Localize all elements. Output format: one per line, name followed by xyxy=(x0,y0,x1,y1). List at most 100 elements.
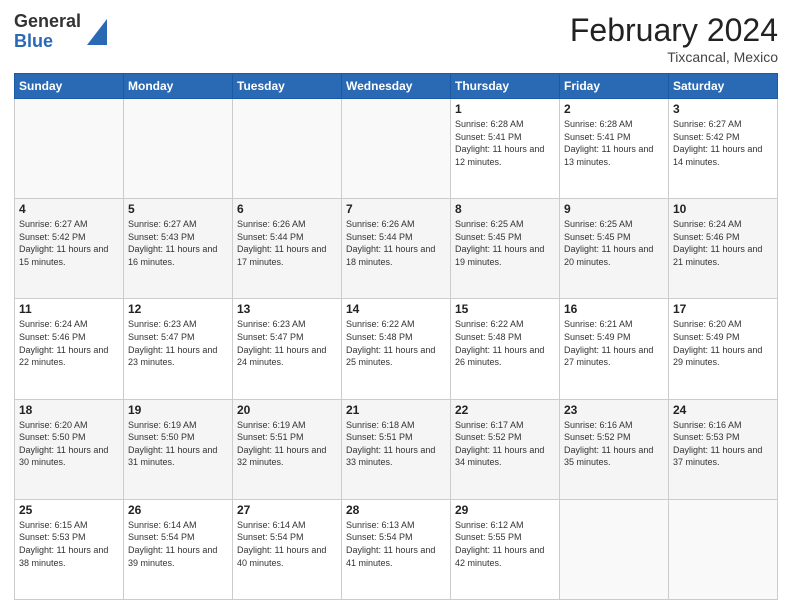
calendar-cell xyxy=(560,499,669,599)
day-info: Sunrise: 6:27 AM Sunset: 5:42 PM Dayligh… xyxy=(19,218,119,268)
calendar-cell: 8 Sunrise: 6:25 AM Sunset: 5:45 PM Daylig… xyxy=(451,199,560,299)
calendar-cell: 7 Sunrise: 6:26 AM Sunset: 5:44 PM Daylig… xyxy=(342,199,451,299)
calendar-cell: 3 Sunrise: 6:27 AM Sunset: 5:42 PM Daylig… xyxy=(669,99,778,199)
day-number: 7 xyxy=(346,202,446,216)
calendar-cell: 14 Sunrise: 6:22 AM Sunset: 5:48 PM Dayli… xyxy=(342,299,451,399)
day-info: Sunrise: 6:12 AM Sunset: 5:55 PM Dayligh… xyxy=(455,519,555,569)
day-number: 19 xyxy=(128,403,228,417)
col-header-monday: Monday xyxy=(124,74,233,99)
calendar-cell: 23 Sunrise: 6:16 AM Sunset: 5:52 PM Dayli… xyxy=(560,399,669,499)
day-info: Sunrise: 6:19 AM Sunset: 5:50 PM Dayligh… xyxy=(128,419,228,469)
day-info: Sunrise: 6:23 AM Sunset: 5:47 PM Dayligh… xyxy=(128,318,228,368)
header: General Blue February 2024 Tixcancal, Me… xyxy=(14,12,778,65)
col-header-thursday: Thursday xyxy=(451,74,560,99)
logo-general-text: General xyxy=(14,12,81,32)
day-number: 14 xyxy=(346,302,446,316)
calendar-cell: 4Sunrise: 6:27 AM Sunset: 5:42 PM Daylig… xyxy=(15,199,124,299)
day-info: Sunrise: 6:26 AM Sunset: 5:44 PM Dayligh… xyxy=(237,218,337,268)
calendar-cell: 12 Sunrise: 6:23 AM Sunset: 5:47 PM Dayli… xyxy=(124,299,233,399)
day-number: 29 xyxy=(455,503,555,517)
calendar-cell: 11 Sunrise: 6:24 AM Sunset: 5:46 PM Dayli… xyxy=(15,299,124,399)
calendar-cell: 22 Sunrise: 6:17 AM Sunset: 5:52 PM Dayli… xyxy=(451,399,560,499)
day-number: 18 xyxy=(19,403,119,417)
day-info: Sunrise: 6:28 AM Sunset: 5:41 PM Dayligh… xyxy=(564,118,664,168)
day-number: 21 xyxy=(346,403,446,417)
calendar-cell: 25 Sunrise: 6:15 AM Sunset: 5:53 PM Dayli… xyxy=(15,499,124,599)
day-info: Sunrise: 6:20 AM Sunset: 5:49 PM Dayligh… xyxy=(673,318,773,368)
day-info: Sunrise: 6:24 AM Sunset: 5:46 PM Dayligh… xyxy=(19,318,119,368)
day-info: Sunrise: 6:27 AM Sunset: 5:42 PM Dayligh… xyxy=(673,118,773,168)
day-info: Sunrise: 6:16 AM Sunset: 5:52 PM Dayligh… xyxy=(564,419,664,469)
day-number: 5 xyxy=(128,202,228,216)
day-info: Sunrise: 6:13 AM Sunset: 5:54 PM Dayligh… xyxy=(346,519,446,569)
day-number: 17 xyxy=(673,302,773,316)
calendar-cell: 26Sunrise: 6:14 AM Sunset: 5:54 PM Dayli… xyxy=(124,499,233,599)
day-number: 6 xyxy=(237,202,337,216)
day-number: 22 xyxy=(455,403,555,417)
calendar-cell: 10 Sunrise: 6:24 AM Sunset: 5:46 PM Dayli… xyxy=(669,199,778,299)
day-number: 3 xyxy=(673,102,773,116)
calendar-cell: 19 Sunrise: 6:19 AM Sunset: 5:50 PM Dayli… xyxy=(124,399,233,499)
day-info: Sunrise: 6:26 AM Sunset: 5:44 PM Dayligh… xyxy=(346,218,446,268)
calendar-cell: 13 Sunrise: 6:23 AM Sunset: 5:47 PM Dayli… xyxy=(233,299,342,399)
day-info: Sunrise: 6:27 AM Sunset: 5:43 PM Dayligh… xyxy=(128,218,228,268)
calendar-cell: 20 Sunrise: 6:19 AM Sunset: 5:51 PM Dayli… xyxy=(233,399,342,499)
day-number: 24 xyxy=(673,403,773,417)
calendar-cell xyxy=(124,99,233,199)
day-number: 11 xyxy=(19,302,119,316)
calendar-cell: 29 Sunrise: 6:12 AM Sunset: 5:55 PM Dayli… xyxy=(451,499,560,599)
col-header-saturday: Saturday xyxy=(669,74,778,99)
col-header-tuesday: Tuesday xyxy=(233,74,342,99)
calendar-cell: 17 Sunrise: 6:20 AM Sunset: 5:49 PM Dayli… xyxy=(669,299,778,399)
calendar-cell: 1 Sunrise: 6:28 AM Sunset: 5:41 PM Daylig… xyxy=(451,99,560,199)
calendar-cell: 21Sunrise: 6:18 AM Sunset: 5:51 PM Dayli… xyxy=(342,399,451,499)
day-info: Sunrise: 6:22 AM Sunset: 5:48 PM Dayligh… xyxy=(455,318,555,368)
day-number: 9 xyxy=(564,202,664,216)
day-info: Sunrise: 6:28 AM Sunset: 5:41 PM Dayligh… xyxy=(455,118,555,168)
day-number: 15 xyxy=(455,302,555,316)
calendar-cell: 16Sunrise: 6:21 AM Sunset: 5:49 PM Dayli… xyxy=(560,299,669,399)
calendar-cell: 28 Sunrise: 6:13 AM Sunset: 5:54 PM Dayli… xyxy=(342,499,451,599)
day-number: 8 xyxy=(455,202,555,216)
title-area: February 2024 Tixcancal, Mexico xyxy=(570,12,778,65)
logo-blue-text: Blue xyxy=(14,32,81,52)
day-info: Sunrise: 6:24 AM Sunset: 5:46 PM Dayligh… xyxy=(673,218,773,268)
day-number: 25 xyxy=(19,503,119,517)
col-header-sunday: Sunday xyxy=(15,74,124,99)
day-info: Sunrise: 6:15 AM Sunset: 5:53 PM Dayligh… xyxy=(19,519,119,569)
day-info: Sunrise: 6:16 AM Sunset: 5:53 PM Dayligh… xyxy=(673,419,773,469)
logo: General Blue xyxy=(14,12,107,52)
calendar-cell: 5 Sunrise: 6:27 AM Sunset: 5:43 PM Daylig… xyxy=(124,199,233,299)
day-number: 27 xyxy=(237,503,337,517)
calendar-cell: 6 Sunrise: 6:26 AM Sunset: 5:44 PM Daylig… xyxy=(233,199,342,299)
calendar-cell xyxy=(233,99,342,199)
day-number: 1 xyxy=(455,102,555,116)
page: General Blue February 2024 Tixcancal, Me… xyxy=(0,0,792,612)
calendar-cell: 24 Sunrise: 6:16 AM Sunset: 5:53 PM Dayli… xyxy=(669,399,778,499)
day-info: Sunrise: 6:21 AM Sunset: 5:49 PM Dayligh… xyxy=(564,318,664,368)
day-info: Sunrise: 6:20 AM Sunset: 5:50 PM Dayligh… xyxy=(19,419,119,469)
col-header-friday: Friday xyxy=(560,74,669,99)
day-number: 2 xyxy=(564,102,664,116)
day-info: Sunrise: 6:25 AM Sunset: 5:45 PM Dayligh… xyxy=(564,218,664,268)
calendar-table: SundayMondayTuesdayWednesdayThursdayFrid… xyxy=(14,73,778,600)
calendar-cell: 18 Sunrise: 6:20 AM Sunset: 5:50 PM Dayli… xyxy=(15,399,124,499)
col-header-wednesday: Wednesday xyxy=(342,74,451,99)
calendar-cell xyxy=(342,99,451,199)
day-info: Sunrise: 6:14 AM Sunset: 5:54 PM Dayligh… xyxy=(128,519,228,569)
day-number: 28 xyxy=(346,503,446,517)
day-number: 20 xyxy=(237,403,337,417)
calendar-cell: 15 Sunrise: 6:22 AM Sunset: 5:48 PM Dayli… xyxy=(451,299,560,399)
day-info: Sunrise: 6:22 AM Sunset: 5:48 PM Dayligh… xyxy=(346,318,446,368)
day-number: 10 xyxy=(673,202,773,216)
month-title: February 2024 xyxy=(570,12,778,49)
day-info: Sunrise: 6:23 AM Sunset: 5:47 PM Dayligh… xyxy=(237,318,337,368)
day-number: 23 xyxy=(564,403,664,417)
day-info: Sunrise: 6:17 AM Sunset: 5:52 PM Dayligh… xyxy=(455,419,555,469)
day-number: 12 xyxy=(128,302,228,316)
calendar-cell xyxy=(15,99,124,199)
day-info: Sunrise: 6:14 AM Sunset: 5:54 PM Dayligh… xyxy=(237,519,337,569)
day-info: Sunrise: 6:25 AM Sunset: 5:45 PM Dayligh… xyxy=(455,218,555,268)
day-number: 13 xyxy=(237,302,337,316)
day-info: Sunrise: 6:19 AM Sunset: 5:51 PM Dayligh… xyxy=(237,419,337,469)
